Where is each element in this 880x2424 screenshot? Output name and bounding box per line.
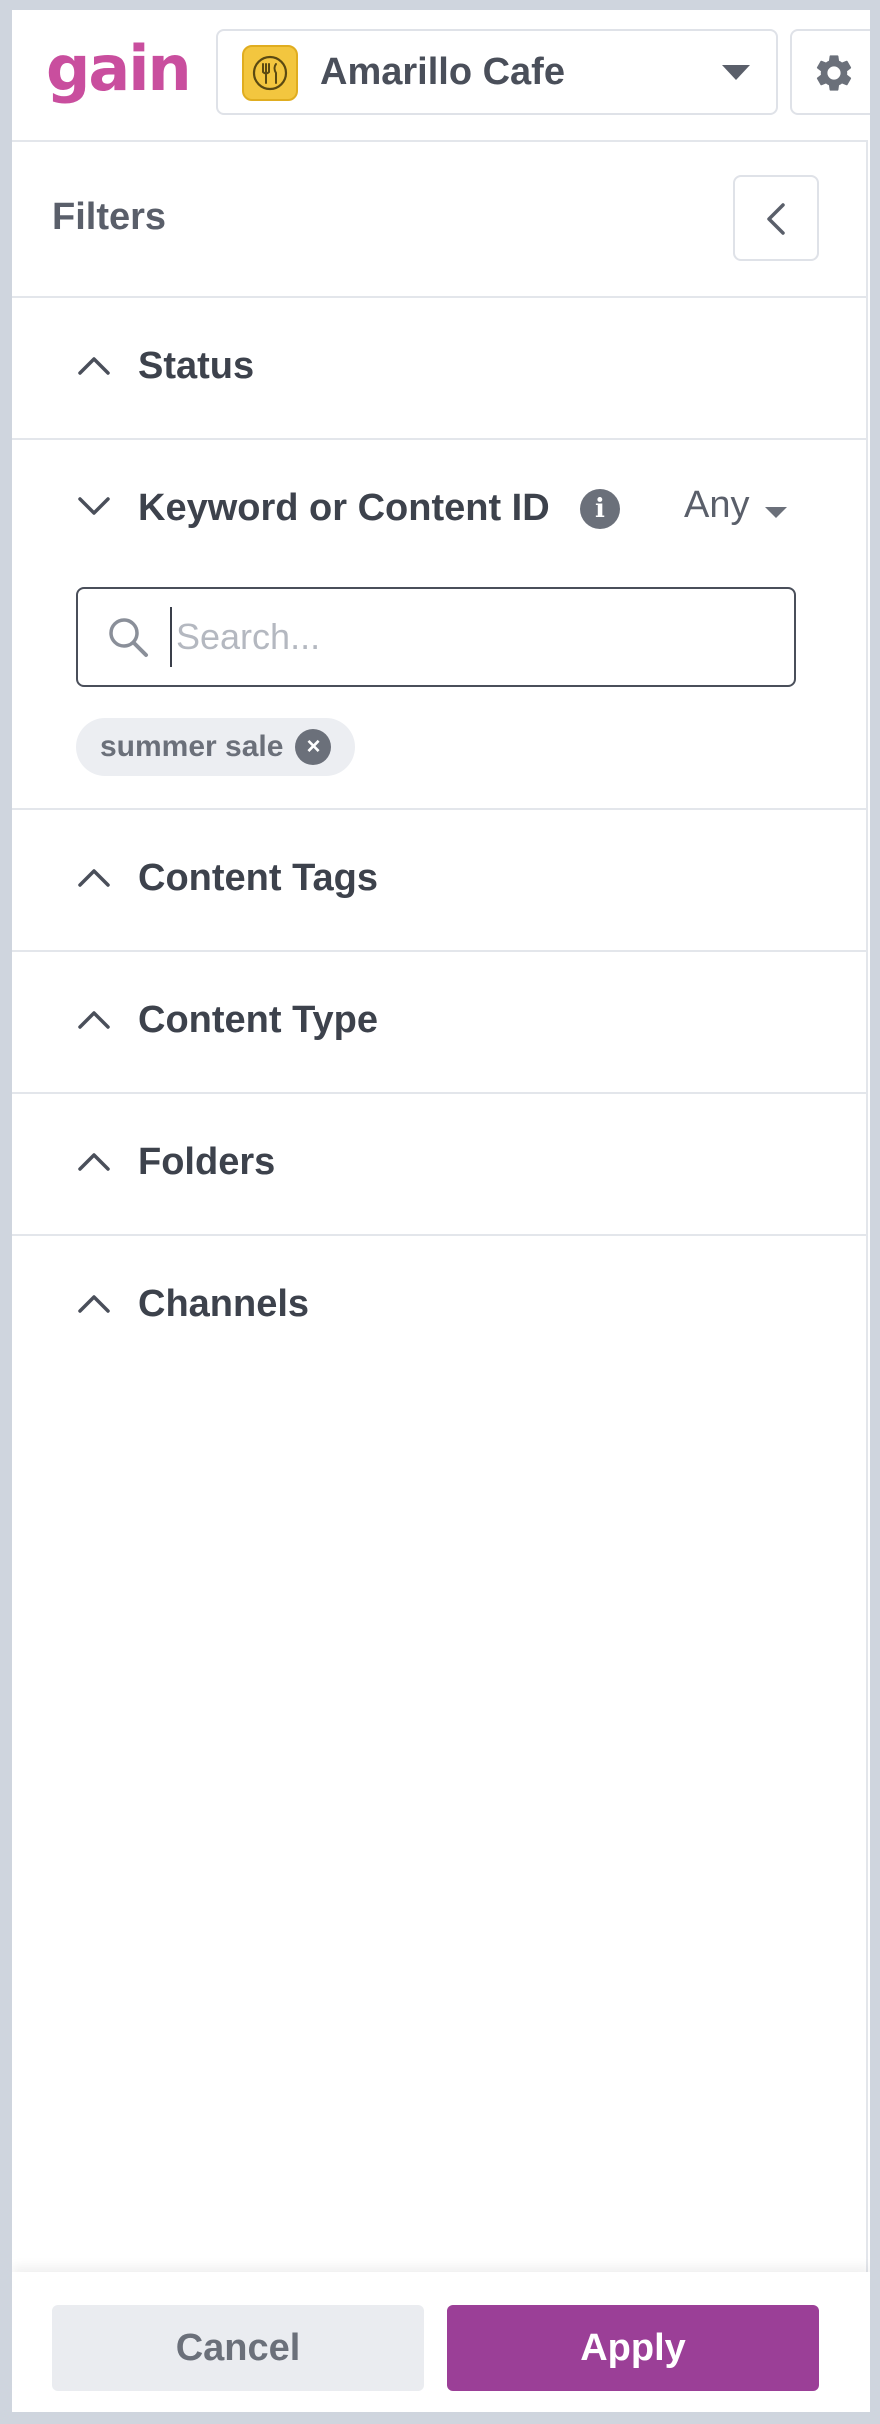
filter-section-label: Content Type [138,999,378,1041]
filters-panel: Filters Status Keyword or Content ID i A… [12,140,868,2280]
filter-section-header[interactable]: Status [12,298,866,438]
chip-label: summer sale [100,730,284,763]
close-icon[interactable]: × [295,729,332,765]
filter-section-label: Folders [138,1141,276,1183]
filter-section-keyword: Keyword or Content ID i Any summer sale × [12,440,866,810]
top-bar: gain Amarillo Cafe [12,10,870,140]
filter-section-header[interactable]: Folders [12,1094,866,1234]
filters-header: Filters [12,142,866,298]
account-name: Amarillo Cafe [320,51,565,93]
chevron-up-icon [78,869,110,887]
keyword-chip: summer sale × [76,718,356,776]
chevron-up-icon [78,1153,110,1171]
app-frame: gain Amarillo Cafe Filters Status Keywor… [12,10,870,2412]
chevron-down-icon [78,497,110,515]
filter-section-label: Status [138,345,255,387]
search-icon [109,618,148,657]
account-selector[interactable]: Amarillo Cafe [216,29,778,115]
chevron-up-icon [78,1295,110,1313]
gain-logo[interactable]: gain [46,38,192,100]
chevron-up-icon [78,357,110,375]
fork-spoon-icon [242,45,298,101]
filter-section-label: Content Tags [138,857,378,899]
filter-section-header[interactable]: Channels [12,1236,866,1376]
filters-title: Filters [52,196,167,238]
filter-section-content-type: Content Type [12,952,866,1094]
gear-icon [816,55,852,91]
chevron-up-icon [78,1011,110,1029]
keyword-search-box [76,587,796,687]
filters-footer: Cancel Apply [12,2272,870,2412]
info-icon[interactable]: i [580,489,620,529]
cancel-button[interactable]: Cancel [52,2305,424,2391]
caret-down-icon [765,507,788,519]
match-mode-value: Any [684,484,750,526]
collapse-panel-button[interactable] [733,175,819,261]
filter-section-label: Channels [138,1283,310,1325]
filter-section-folders: Folders [12,1094,866,1236]
filter-section-content-tags: Content Tags [12,810,866,952]
match-mode-select[interactable]: Any [684,484,788,534]
keyword-search-input[interactable] [170,607,770,667]
settings-button[interactable] [790,29,870,115]
filter-section-channels: Channels [12,1236,866,1378]
apply-button[interactable]: Apply [447,2305,819,2391]
filter-section-status: Status [12,298,866,440]
filter-section-header[interactable]: Content Type [12,952,866,1092]
chevron-left-icon [767,203,785,235]
caret-down-icon [722,65,750,80]
filter-section-label: Keyword or Content ID [138,487,550,529]
filter-section-header[interactable]: Content Tags [12,810,866,950]
